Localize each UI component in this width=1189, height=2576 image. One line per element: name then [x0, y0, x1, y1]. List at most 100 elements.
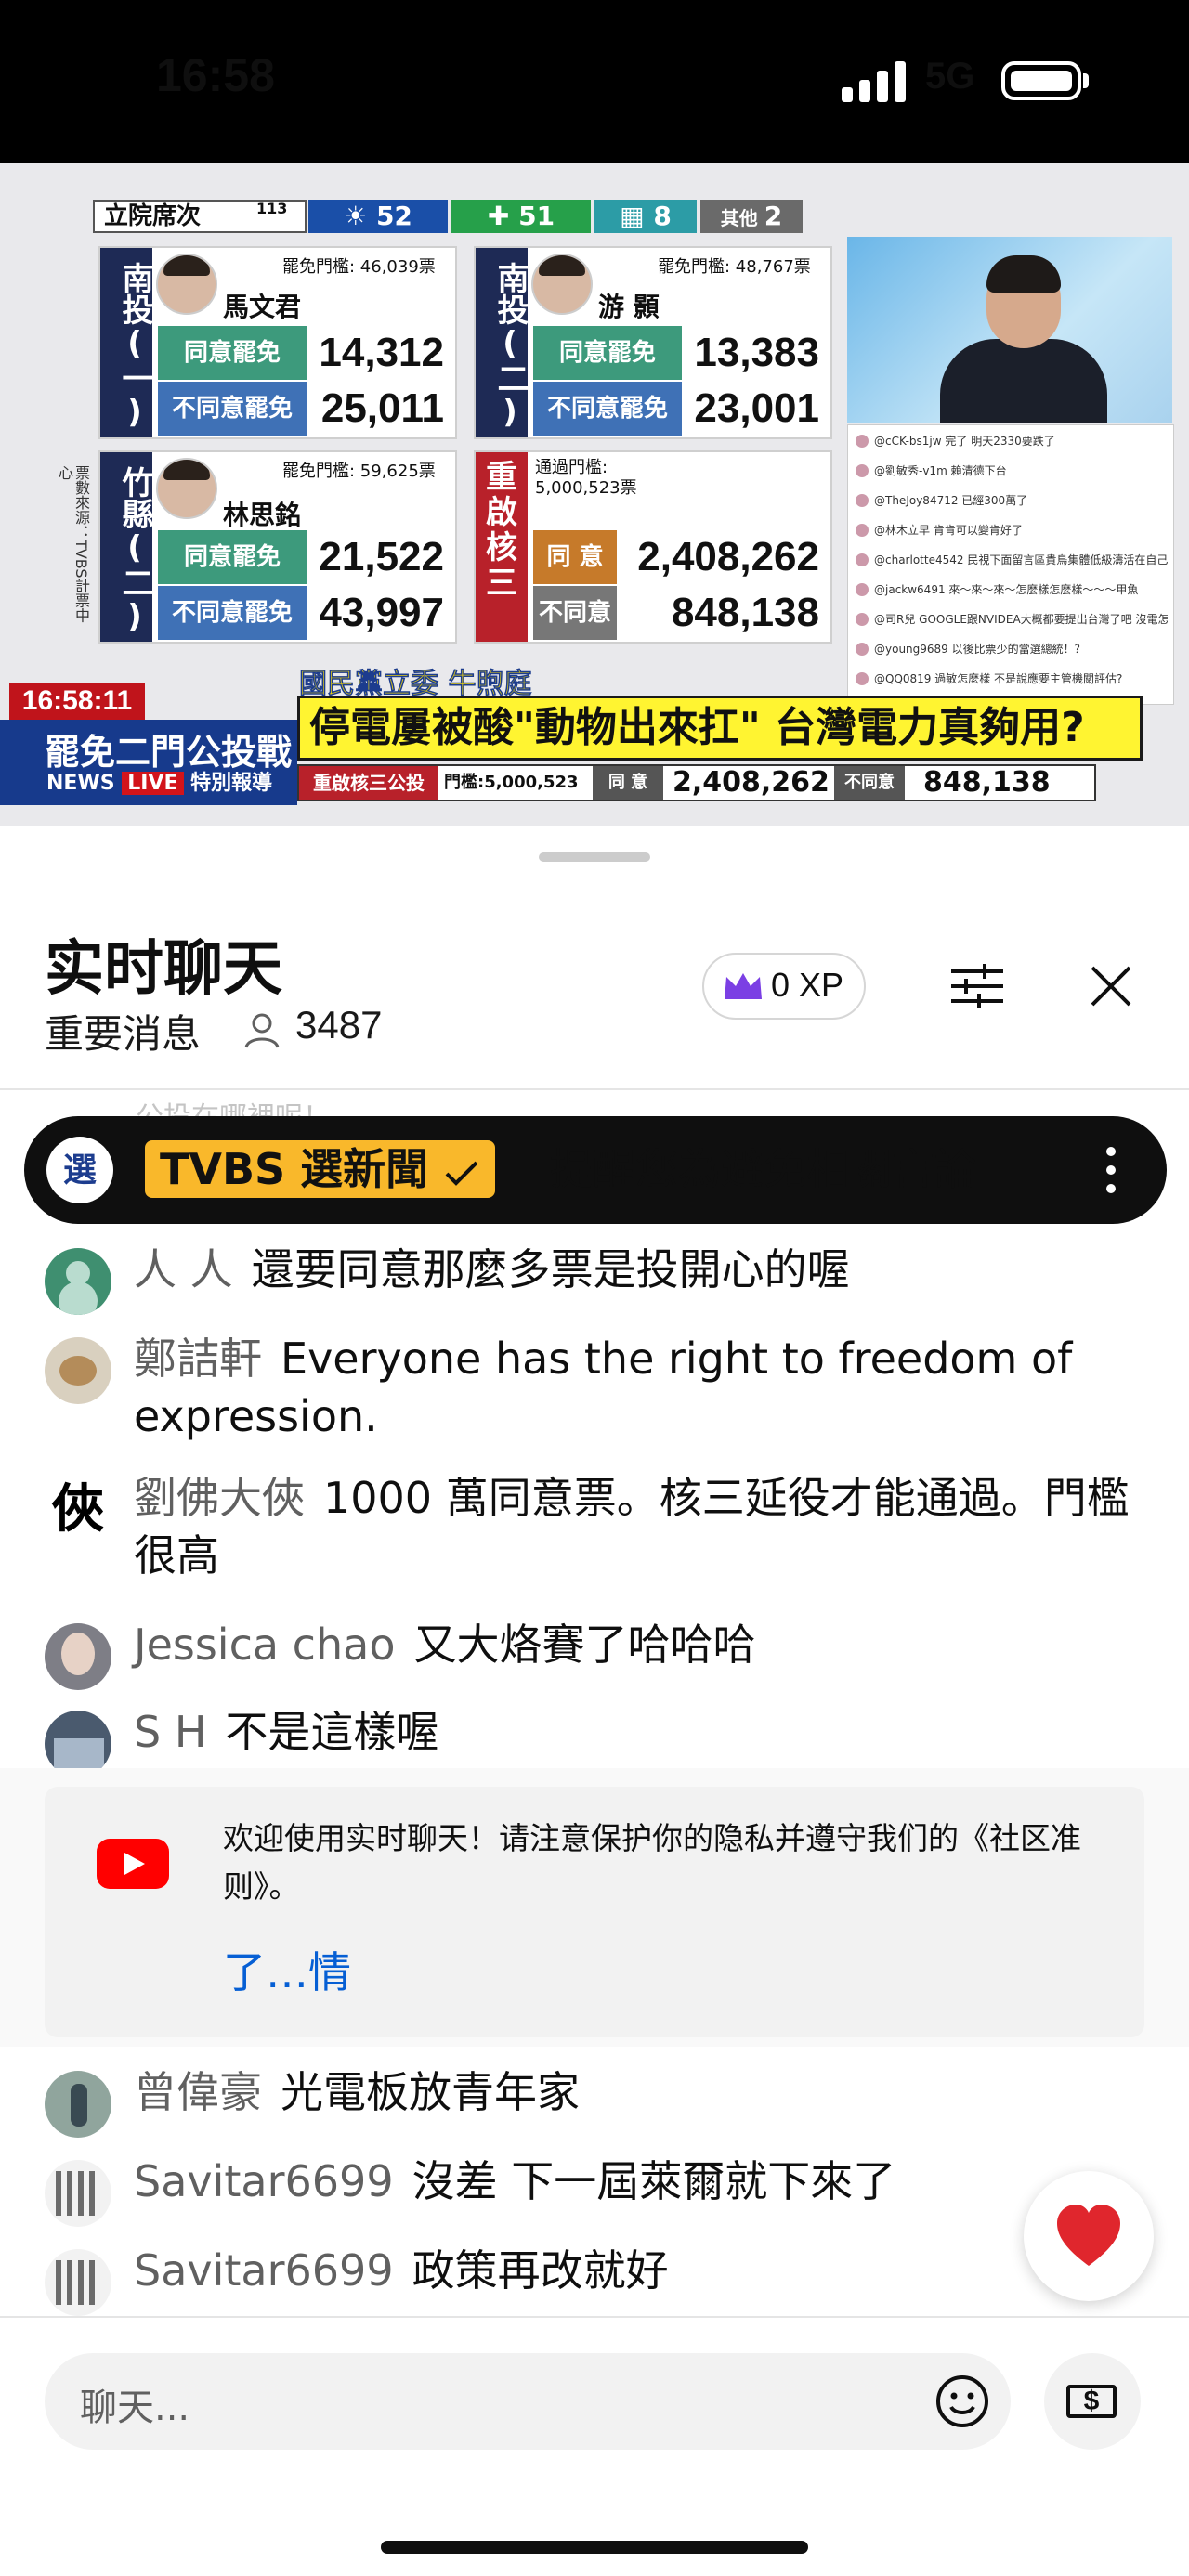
chat-message[interactable]: 鄭詰軒 Everyone has the right to freedom of … — [45, 1330, 1141, 1445]
avatar — [45, 2071, 111, 2138]
disagree-row: 不同意罷免 43,997 — [158, 586, 451, 640]
disagree-label: 不同意罷免 — [158, 382, 307, 436]
author-name: 劉佛大俠 — [134, 1473, 305, 1523]
channel-logo: 選 — [46, 1137, 113, 1203]
heart-icon — [1057, 2205, 1120, 2266]
ticker-bar: 重啟核三公投 門檻:5,000,523 同 意 2,408,262 不同意 84… — [297, 764, 1096, 801]
ticker-disagree: 848,138 — [923, 766, 1051, 799]
candidate-name: 馬文君 — [223, 292, 302, 322]
party-other-seats: 其他 2 — [700, 200, 803, 233]
message-text: Everyone has the right to freedom of exp… — [134, 1334, 1073, 1441]
chat-title: 实时聊天 — [45, 935, 282, 1004]
agree-label: 同意罷免 — [158, 530, 307, 584]
district-label: 竹縣(二) — [100, 452, 153, 642]
message-text: 又大烙賽了哈哈哈 — [413, 1620, 756, 1670]
side-chat-line: @司R兒 GOOGLE跟NVIDEA大概都要提出台灣了吧 沒電怎麼設廠 — [874, 613, 1168, 626]
candidate-photo — [531, 254, 593, 315]
notice-text: 欢迎使用实时聊天！请注意保护你的隐私并遵守我们的《社区准则》。 — [223, 1820, 1081, 1905]
viewer-count: 3487 — [295, 1003, 383, 1047]
chat-message[interactable]: S H 不是這樣喔 — [45, 1703, 1141, 1777]
disagree-label: 不同意罷免 — [158, 586, 307, 640]
battery-icon — [1001, 61, 1081, 100]
agree-value: 13,383 — [694, 330, 819, 375]
studio-camera — [847, 237, 1172, 423]
avatar — [45, 1337, 111, 1404]
recall-card-hsinchu-2: 竹縣(二) 林思銘 罷免門檻: 59,625票 同意罷免 21,522 不同意罷… — [98, 450, 457, 644]
avatar — [45, 1248, 111, 1315]
chat-message[interactable]: Savitar6699 政策再改就好 — [45, 2242, 1141, 2316]
chat-message[interactable]: 曾偉豪 光電板放青年家 — [45, 2063, 1141, 2138]
cellular-signal-icon — [842, 61, 906, 102]
seat-bar: 立院席次 113 ☀ 52 ✚ 51 ▦ 8 其他 2 — [93, 200, 836, 233]
news-headline: 停電屢被酸"動物出來扛" 台灣電力真夠用? — [297, 696, 1143, 761]
drag-handle[interactable] — [539, 852, 650, 862]
disagree-row: 不同意罷免 25,011 — [158, 382, 451, 436]
side-chat-avatar — [856, 435, 869, 448]
district-label: 南投(一) — [100, 248, 153, 437]
message-text: 光電板放青年家 — [281, 2067, 580, 2117]
threshold: 罷免門檻: 59,625票 — [282, 462, 436, 481]
side-chat-line: @劉敏秀-v1m 賴清德下台 — [874, 464, 1007, 477]
side-chat-avatar — [856, 583, 869, 596]
side-chat-line: @charlotte4542 民視下面留言區貴鳥集體低級濤活在自己世界，同溫層深… — [874, 553, 1168, 566]
verified-check-icon — [445, 1161, 478, 1186]
broadcast-clock: 16:58:11 — [9, 683, 145, 720]
district-label: 南投(二) — [476, 248, 529, 437]
settings-sliders-icon[interactable] — [947, 962, 1007, 1010]
svg-text:選: 選 — [63, 1151, 97, 1190]
agree-label: 同意罷免 — [533, 326, 682, 380]
side-chat-avatar — [856, 643, 869, 656]
overlay-chat-panel: @cCK-bs1jw 完了 明天2330要跌了 @劉敏秀-v1m 賴清德下台 @Th… — [847, 424, 1174, 705]
side-chat-line: @TheJoy84712 已經300萬了 — [874, 494, 1028, 507]
side-chat-line: @林木立早 肯肯可以變肯好了 — [874, 524, 1023, 537]
candidate-photo — [156, 254, 217, 315]
chat-input-placeholder: 聊天... — [80, 2387, 190, 2429]
side-chat-avatar — [856, 613, 869, 626]
author-name: S H — [134, 1707, 207, 1757]
disagree-value: 43,997 — [319, 590, 444, 635]
author-name: 人 人 — [134, 1244, 233, 1295]
disagree-row: 不同意 848,138 — [533, 586, 827, 640]
agree-value: 14,312 — [319, 330, 444, 375]
message-text: 政策再改就好 — [412, 2245, 669, 2296]
learn-more-link[interactable]: 了…情 — [223, 1939, 351, 2000]
reaction-button[interactable] — [1024, 2171, 1154, 2301]
candidate-photo — [156, 458, 217, 519]
side-chat-avatar — [856, 494, 869, 507]
close-icon[interactable] — [1087, 962, 1135, 1010]
chat-mode-selector[interactable]: 重要消息 — [45, 1003, 201, 1060]
ticker-item: 重啟核三公投 — [299, 766, 438, 800]
avatar — [45, 2249, 111, 2316]
message-text: 不是這樣喔 — [225, 1707, 439, 1757]
side-chat-line: @young9689 以後比票少的當選總統！？ — [874, 643, 1086, 656]
message-text: 沒差 下一屆萊爾就下來了 — [412, 2156, 896, 2206]
agree-label: 同意罷免 — [158, 326, 307, 380]
candidate-name: 游 顥 — [598, 292, 660, 322]
disagree-value: 23,001 — [694, 385, 819, 431]
battery-tip-icon — [1083, 73, 1089, 88]
party-kmt-seats: ☀ 52 — [308, 200, 448, 233]
author-name: Jessica chao — [134, 1620, 396, 1670]
recall-card-nantou-1: 南投(一) 馬文君 罷免門檻: 46,039票 同意罷免 14,312 不同意罷… — [98, 246, 457, 439]
ticker-agree-label: 同 意 — [593, 766, 663, 800]
agree-row: 同意罷免 14,312 — [158, 326, 451, 380]
side-chat-avatar — [856, 524, 869, 537]
side-chat-line: @QQ0819 過敏怎麼樣 不是說應要主管機關評估? — [874, 672, 1123, 685]
chat-message[interactable]: 人 人還要同意那麼多票是投開心的喔 — [45, 1241, 1141, 1315]
more-vert-icon[interactable] — [1104, 1144, 1118, 1196]
chat-message[interactable]: 俠 劉佛大俠 1000 萬同意票。核三延役才能通過。門檻很高 — [45, 1469, 1141, 1584]
disagree-value: 25,011 — [320, 385, 444, 431]
referendum-card: 重啟核三 通過門檻: 5,000,523票 同 意 2,408,262 不同意 … — [474, 450, 832, 644]
video-player[interactable]: 立院席次 113 ☀ 52 ✚ 51 ▦ 8 其他 2 南投(一) 馬文君 罷免… — [0, 163, 1189, 826]
chat-message[interactable]: Jessica chao 又大烙賽了哈哈哈 — [45, 1616, 1141, 1690]
chat-message[interactable]: Savitar6699 沒差 下一屆萊爾就下來了 — [45, 2153, 1141, 2227]
message-text: 還要同意那麼多票是投開心的喔 — [251, 1244, 850, 1295]
avatar: 俠 — [45, 1477, 111, 1543]
emoji-icon[interactable] — [934, 2374, 990, 2429]
avatar — [45, 1623, 111, 1690]
candidate-name: 林思銘 — [223, 500, 302, 530]
party-dpp-seats: ✚ 51 — [451, 200, 591, 233]
disagree-label: 不同意 — [533, 586, 617, 640]
disagree-label: 不同意罷免 — [533, 382, 682, 436]
threshold: 罷免門檻: 46,039票 — [282, 257, 436, 277]
